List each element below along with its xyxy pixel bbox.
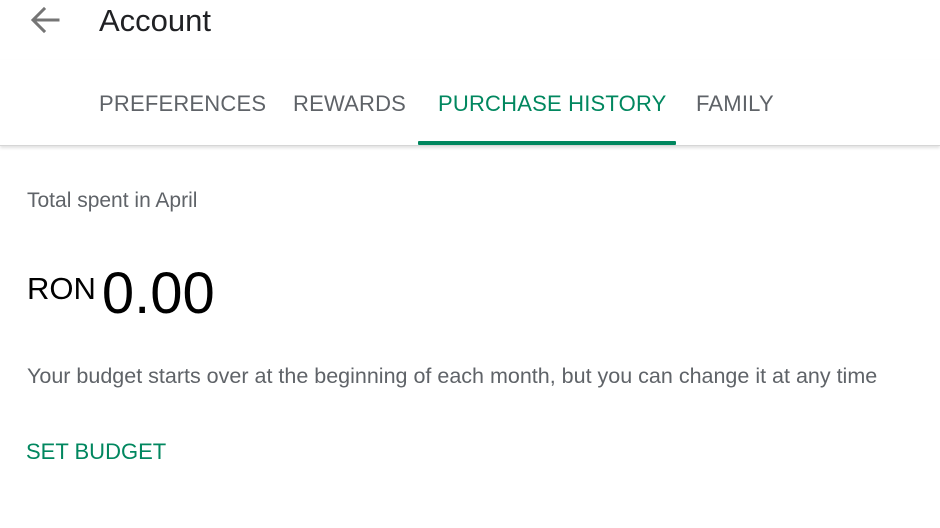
total-spent-amount: RON 0.00 [27, 262, 215, 326]
tab-family[interactable]: FAMILY [696, 90, 774, 118]
budget-description: Your budget starts over at the beginning… [27, 364, 878, 388]
tab-bar: PREFERENCES REWARDS PURCHASE HISTORY FAM… [0, 60, 940, 146]
page-title: Account [99, 3, 212, 38]
tab-rewards[interactable]: REWARDS [293, 90, 406, 118]
arrow-back-icon [30, 6, 60, 34]
set-budget-button[interactable]: SET BUDGET [26, 438, 166, 466]
amount-value: 0.00 [101, 261, 215, 326]
active-tab-indicator [418, 141, 676, 145]
back-button[interactable] [28, 4, 62, 36]
tab-preferences[interactable]: PREFERENCES [99, 90, 266, 118]
tab-purchase-history[interactable]: PURCHASE HISTORY [438, 90, 667, 118]
total-spent-label: Total spent in April [27, 189, 198, 212]
app-bar: Account [0, 0, 940, 60]
currency-code: RON [27, 271, 96, 306]
